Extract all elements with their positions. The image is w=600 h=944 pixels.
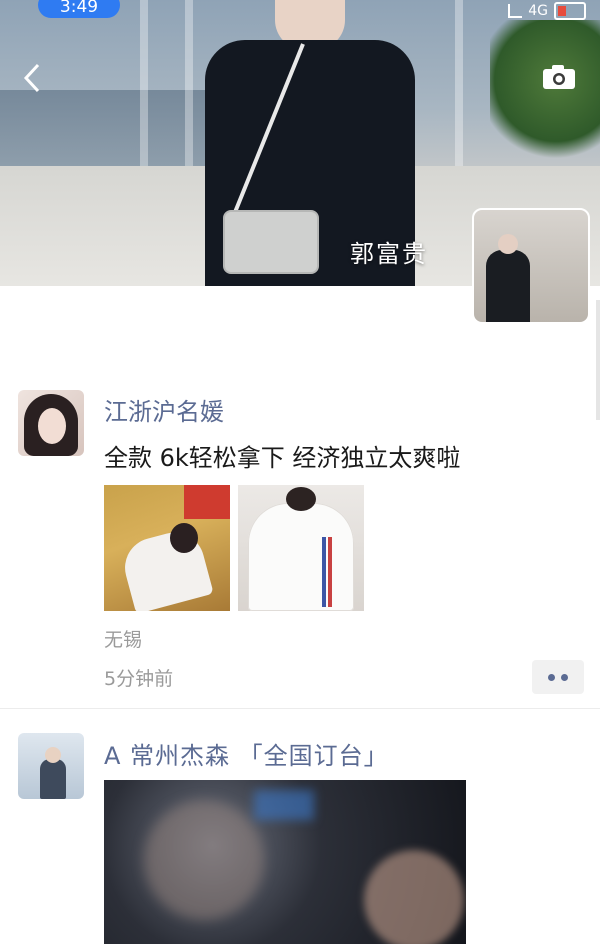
post-photo[interactable]: [238, 485, 364, 611]
divider: [0, 708, 600, 709]
post-video[interactable]: [104, 780, 466, 944]
camera-icon[interactable]: [542, 64, 576, 90]
post-photo[interactable]: [104, 485, 230, 611]
owner-avatar[interactable]: [472, 208, 590, 324]
avatar[interactable]: [18, 390, 84, 456]
post-time: 5分钟前: [104, 668, 174, 690]
post-text: 全款 6k轻松拿下 经济独立太爽啦: [104, 444, 461, 472]
network-type: 4G: [528, 3, 548, 19]
status-bar-right: 4G: [508, 2, 586, 20]
avatar[interactable]: [18, 733, 84, 799]
back-icon[interactable]: [22, 62, 50, 96]
more-dots-icon[interactable]: [532, 660, 584, 694]
scrollbar[interactable]: [596, 300, 600, 420]
post-author-name[interactable]: A 常州杰森 「全国订台」: [104, 736, 389, 771]
owner-name: 郭富贵: [350, 240, 428, 268]
post-author-name[interactable]: 江浙沪名媛: [104, 392, 224, 427]
post-location[interactable]: 无锡: [104, 625, 142, 652]
cover-plant: [490, 20, 600, 170]
signal-icon: [508, 4, 523, 18]
battery-icon: [554, 2, 586, 20]
status-time: 3:49: [38, 0, 120, 18]
